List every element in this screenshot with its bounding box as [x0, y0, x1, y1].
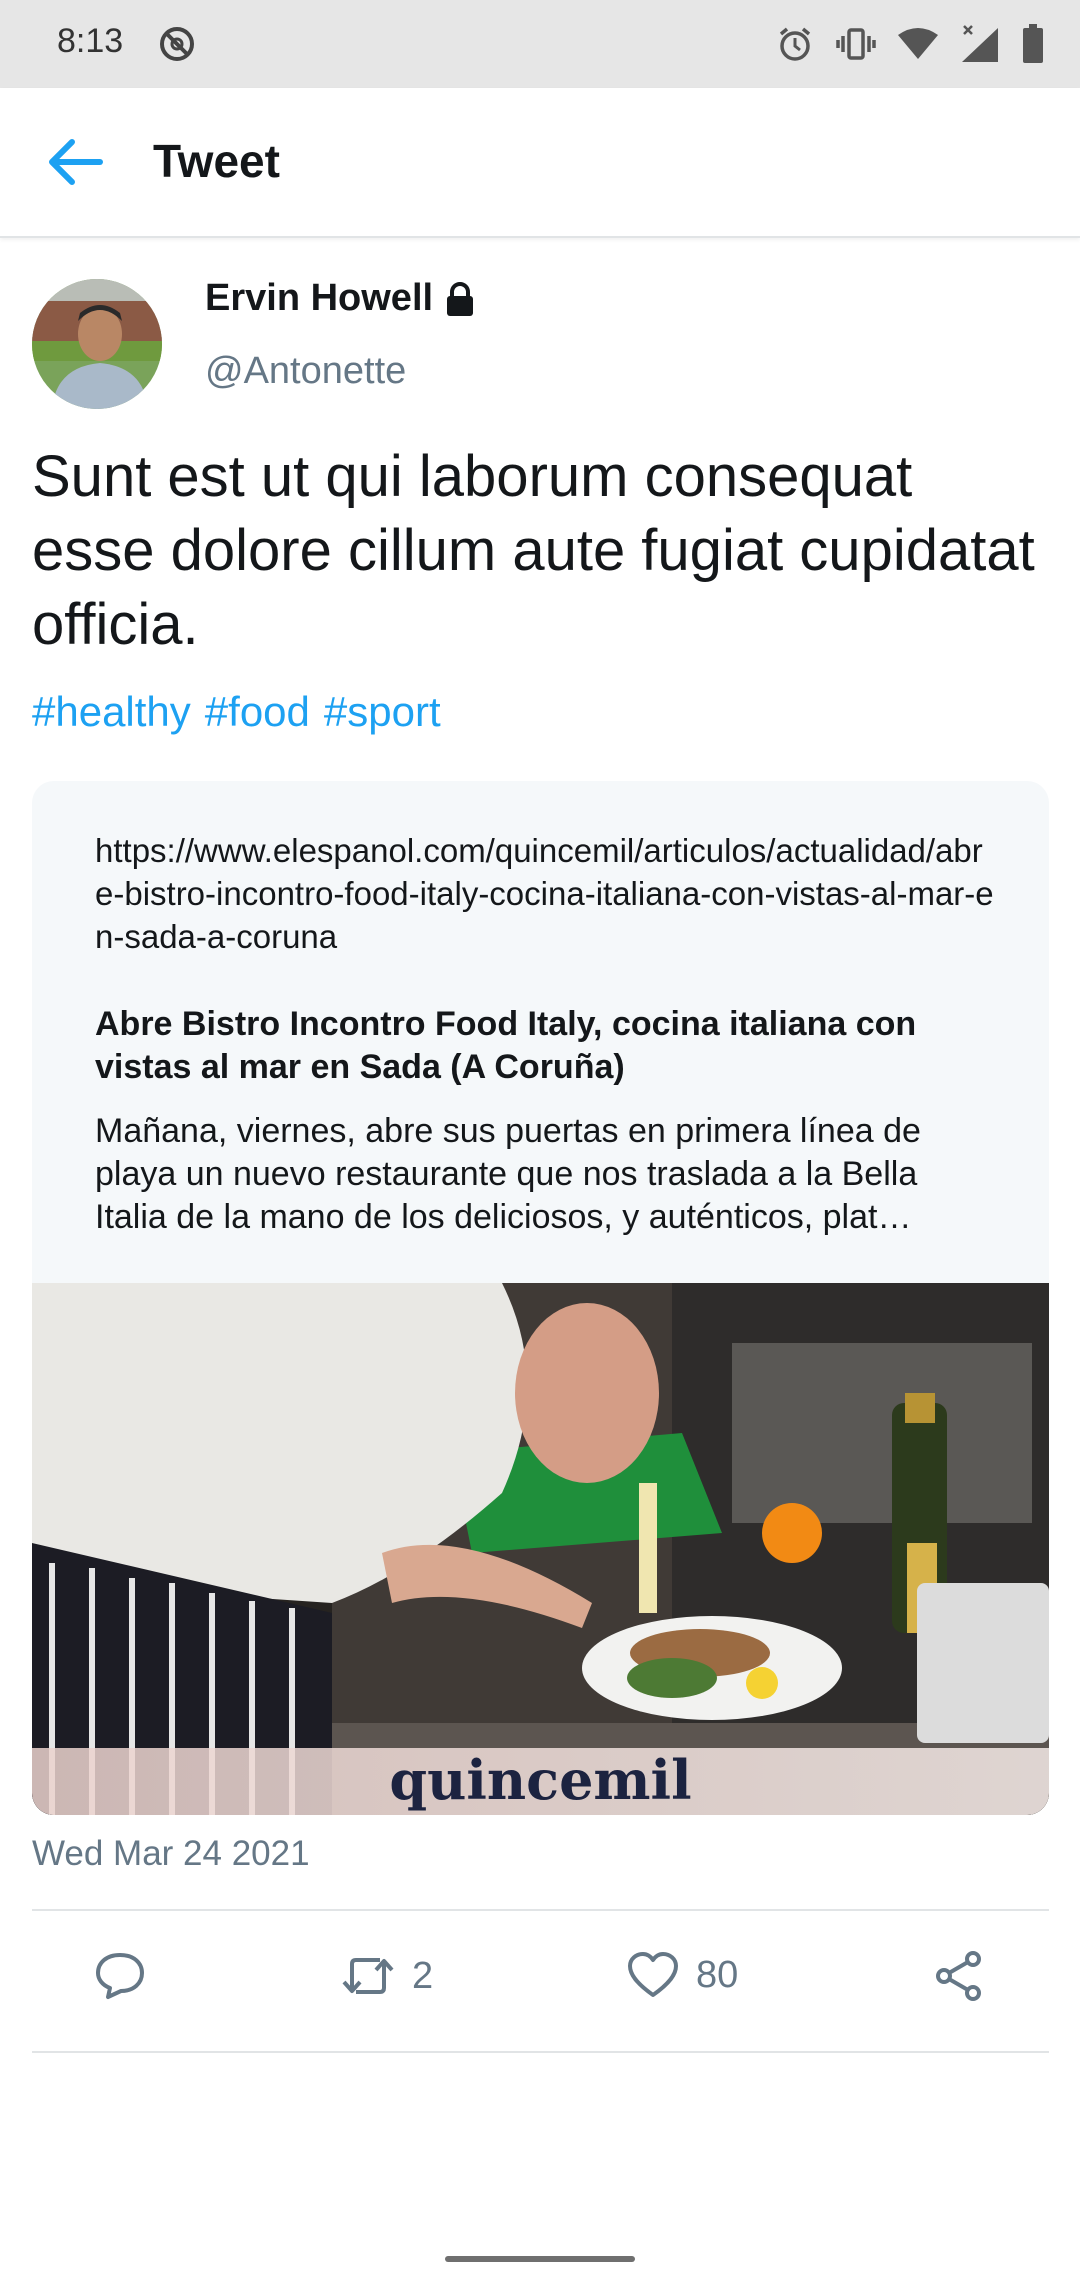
hashtag-link[interactable]: #food	[205, 688, 310, 736]
back-arrow-icon[interactable]	[40, 130, 110, 194]
retweet-count: 2	[412, 1954, 434, 1997]
tweet-date: Wed Mar 24 2021	[32, 1834, 310, 1873]
heart-icon	[628, 1952, 678, 1997]
vibrate-icon	[836, 28, 876, 60]
avatar[interactable]	[32, 279, 162, 409]
tweet-actions: 2 80	[0, 1910, 1080, 2056]
link-preview-card[interactable]: https://www.elespanol.com/quincemil/arti…	[32, 781, 1049, 1815]
like-count: 80	[696, 1953, 739, 1996]
author-handle[interactable]: @Antonette	[205, 350, 406, 393]
home-indicator[interactable]	[445, 2256, 635, 2262]
share-button[interactable]	[934, 1950, 984, 2002]
hashtag-link[interactable]: #healthy	[32, 688, 191, 736]
divider	[32, 2051, 1049, 2053]
status-time: 8:13	[57, 22, 124, 60]
status-icons	[776, 22, 1044, 66]
do-not-disturb-icon	[160, 27, 194, 61]
hashtag-link[interactable]: #sport	[324, 688, 441, 736]
link-title: Abre Bistro Incontro Food Italy, cocina …	[95, 1005, 917, 1086]
cellular-signal-icon	[962, 25, 998, 62]
wifi-icon	[898, 28, 938, 59]
chef-photo	[32, 1283, 1049, 1815]
status-bar: 8:13	[0, 0, 1080, 88]
link-url[interactable]: https://www.elespanol.com/quincemil/arti…	[95, 829, 995, 958]
share-icon	[936, 1951, 981, 2001]
avatar-image	[32, 279, 162, 409]
author-name[interactable]: Ervin Howell	[205, 277, 475, 320]
retweet-icon	[342, 1958, 394, 1994]
reply-icon	[96, 1953, 144, 1999]
link-preview-image[interactable]: quincemil	[32, 1283, 1049, 1815]
alarm-icon	[779, 27, 811, 61]
tweet-text: Sunt est ut qui laborum consequat esse d…	[32, 444, 1035, 657]
retweet-button[interactable]: 2	[340, 1950, 433, 2002]
like-button[interactable]: 80	[626, 1950, 738, 2000]
link-description: Mañana, viernes, abre sus puertas en pri…	[95, 1112, 921, 1236]
hashtags: #healthy #food #sport	[32, 688, 441, 736]
author-name-text: Ervin Howell	[205, 277, 434, 319]
page-title: Tweet	[153, 135, 280, 187]
app-bar: Tweet	[0, 88, 1080, 238]
reply-button[interactable]	[94, 1950, 146, 2000]
battery-icon	[1023, 24, 1043, 63]
lock-icon	[447, 281, 474, 316]
image-watermark: quincemil	[389, 1748, 692, 1812]
